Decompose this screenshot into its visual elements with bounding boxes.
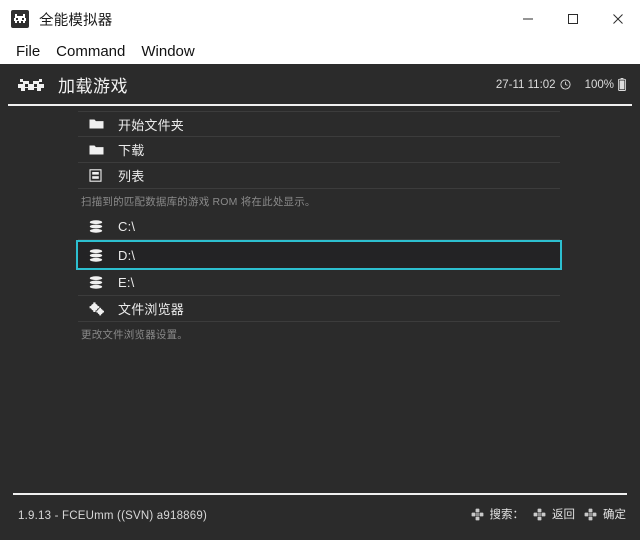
menubar: File Command Window	[0, 38, 640, 64]
list-item-drive-c[interactable]: C:\	[78, 214, 560, 240]
dpad-icon	[584, 508, 597, 521]
battery-text: 100%	[584, 78, 614, 91]
footer-divider	[13, 493, 627, 495]
footer-action-label: 返回	[552, 509, 575, 521]
drive-icon	[89, 248, 111, 262]
clock-text: 27-11 11:02	[495, 78, 556, 91]
list-item-label: 文件浏览器	[118, 302, 185, 317]
list-item-list[interactable]: 列表	[78, 163, 560, 189]
list-item-label: 下载	[118, 143, 145, 158]
page-title: 加载游戏	[58, 77, 128, 96]
list-item-label: C:\	[118, 219, 136, 234]
clock-status: 27-11 11:02	[496, 79, 571, 91]
list-item-label: 列表	[118, 169, 145, 184]
screen-header: 加载游戏 27-11 11:02 100%	[0, 64, 640, 106]
list-item-drive-e[interactable]: E:\	[78, 270, 560, 296]
space-invader-icon	[18, 76, 44, 94]
list-item-drive-d[interactable]: D:\	[76, 240, 562, 270]
list-item-label: 开始文件夹	[118, 117, 185, 133]
battery-icon	[618, 78, 626, 91]
battery-status: 100%	[585, 78, 626, 91]
folder-icon	[89, 144, 111, 156]
emulator-screen: 加载游戏 27-11 11:02 100% 开始文件夹 下载 列表 扫描到的匹配…	[0, 64, 640, 540]
settings-gear-icon	[89, 301, 111, 316]
menu-item-window[interactable]: Window	[133, 41, 202, 62]
footer-action-label: 搜索：	[489, 509, 525, 521]
menu-item-file[interactable]: File	[8, 41, 48, 62]
footer-actions: 搜索： 返回 确定	[471, 506, 626, 522]
footer-action-label: 确定	[603, 509, 626, 521]
header-divider	[8, 104, 632, 106]
dpad-icon	[533, 508, 546, 521]
arcade-invader-icon	[11, 10, 29, 28]
dpad-icon	[471, 508, 484, 521]
list-item-downloads[interactable]: 下载	[78, 137, 560, 163]
screen-footer: 1.9.13 - FCEUmm ((SVN) a918869) 搜索： 返回 确…	[0, 490, 640, 540]
hint-browser-text: 更改文件浏览器设置。	[81, 329, 188, 341]
footer-action-back[interactable]: 返回	[533, 506, 575, 522]
menu-item-command[interactable]: Command	[48, 41, 133, 62]
load-game-list: 开始文件夹 下载 列表 扫描到的匹配数据库的游戏 ROM 将在此处显示。 C:\…	[0, 111, 640, 347]
list-item-label: E:\	[118, 275, 135, 290]
list-icon	[89, 169, 111, 182]
footer-action-confirm[interactable]: 确定	[584, 506, 626, 522]
hint-scan-text: 扫描到的匹配数据库的游戏 ROM 将在此处显示。	[81, 196, 316, 208]
list-item-label: D:\	[118, 247, 136, 263]
folder-icon	[89, 118, 111, 130]
drive-icon	[89, 276, 111, 289]
list-item-file-browser[interactable]: 文件浏览器	[78, 296, 560, 322]
close-button[interactable]	[595, 0, 640, 38]
drive-icon	[89, 220, 111, 233]
list-item-start-folder[interactable]: 开始文件夹	[78, 111, 560, 137]
version-label: 1.9.13 - FCEUmm ((SVN) a918869)	[18, 510, 207, 522]
maximize-button[interactable]	[550, 0, 595, 38]
window-controls	[505, 0, 640, 38]
clock-icon	[560, 79, 571, 90]
window-titlebar: 全能模拟器	[0, 0, 640, 38]
header-status-group: 27-11 11:02 100%	[496, 78, 626, 91]
window-title: 全能模拟器	[39, 12, 113, 29]
footer-action-search[interactable]: 搜索：	[471, 506, 525, 522]
minimize-button[interactable]	[505, 0, 550, 38]
